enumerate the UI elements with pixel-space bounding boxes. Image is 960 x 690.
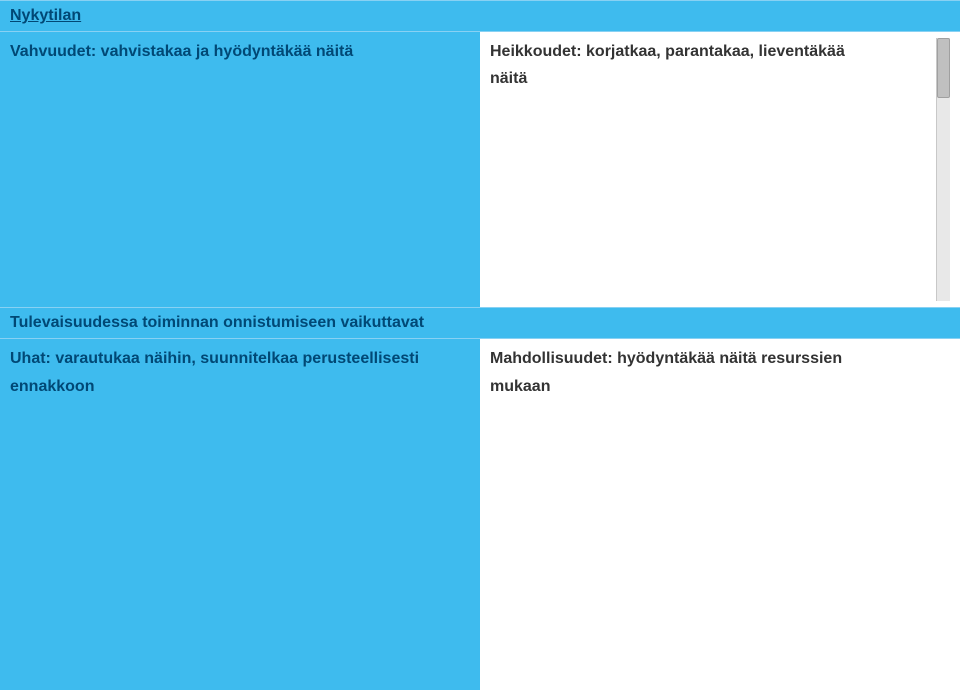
current-state-header: Nykytilan bbox=[0, 0, 960, 32]
current-state-title: Nykytilan bbox=[10, 7, 81, 24]
current-state-header-row: Nykytilan bbox=[0, 0, 960, 32]
threats-text-line1: Uhat: varautukaa näihin, suunnitelkaa pe… bbox=[10, 345, 470, 372]
future-header: Tulevaisuudessa toiminnan onnistumiseen … bbox=[0, 307, 960, 339]
strengths-text: Vahvuudet: vahvistakaa ja hyödyntäkää nä… bbox=[10, 43, 353, 60]
future-header-row: Tulevaisuudessa toiminnan onnistumiseen … bbox=[0, 307, 960, 339]
scrollbar[interactable] bbox=[936, 38, 950, 301]
future-title: Tulevaisuudessa toiminnan onnistumiseen … bbox=[10, 314, 424, 331]
future-row: Uhat: varautukaa näihin, suunnitelkaa pe… bbox=[0, 339, 960, 690]
opportunities-text-line1: Mahdollisuudet: hyödyntäkää näitä resurs… bbox=[490, 345, 950, 372]
weaknesses-text-line1: Heikkoudet: korjatkaa, parantakaa, lieve… bbox=[490, 38, 936, 65]
current-state-row: Vahvuudet: vahvistakaa ja hyödyntäkää nä… bbox=[0, 32, 960, 307]
swot-container: Nykytilan Vahvuudet: vahvistakaa ja hyöd… bbox=[0, 0, 960, 690]
weaknesses-content: Heikkoudet: korjatkaa, parantakaa, lieve… bbox=[490, 38, 936, 301]
scrollbar-thumb[interactable] bbox=[937, 38, 950, 98]
threats-cell: Uhat: varautukaa näihin, suunnitelkaa pe… bbox=[0, 339, 480, 690]
threats-text-line2: ennakkoon bbox=[10, 373, 470, 400]
opportunities-cell: Mahdollisuudet: hyödyntäkää näitä resurs… bbox=[480, 339, 960, 690]
opportunities-text-line2: mukaan bbox=[490, 373, 950, 400]
strengths-cell: Vahvuudet: vahvistakaa ja hyödyntäkää nä… bbox=[0, 32, 480, 307]
weaknesses-text-line2: näitä bbox=[490, 65, 936, 92]
weaknesses-cell: Heikkoudet: korjatkaa, parantakaa, lieve… bbox=[480, 32, 960, 307]
